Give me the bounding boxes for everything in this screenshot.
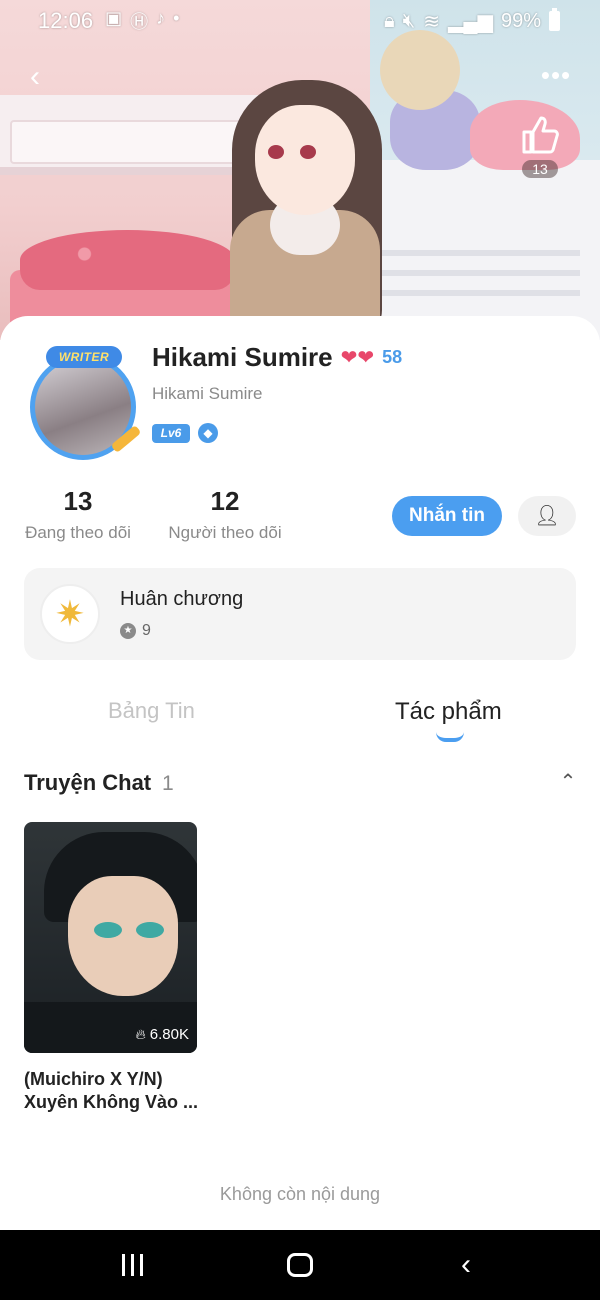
writer-badge: WRITER <box>46 346 122 368</box>
story-cover-eye <box>136 922 164 938</box>
cover-stool <box>20 230 235 290</box>
story-views: 🔥︎ 6.80K <box>136 1026 189 1043</box>
medal-icon <box>40 584 100 644</box>
cover-character-face <box>255 105 355 215</box>
home-button[interactable] <box>280 1248 320 1282</box>
follow-button[interactable]: 👤︎ <box>518 496 576 536</box>
cover-bear-head <box>380 30 460 110</box>
more-options-button[interactable]: ••• <box>538 60 574 90</box>
home-icon <box>287 1253 313 1281</box>
end-of-content-text: Không còn nội dung <box>219 1184 381 1204</box>
like-button[interactable]: 13 <box>518 112 562 179</box>
message-button[interactable]: Nhắn tin <box>392 496 502 536</box>
story-title-line2: Xuyên Không Vào ... <box>24 1092 199 1112</box>
followers-count: 12 <box>210 486 240 516</box>
active-tab-indicator <box>436 732 464 742</box>
following-label: Đang theo dõi <box>25 523 131 542</box>
battery-icon <box>549 8 560 31</box>
system-back-button[interactable]: ‹ <box>446 1248 486 1282</box>
profile-handle: Hikami Sumire <box>152 384 263 403</box>
dot-icon: • <box>173 8 180 28</box>
add-friend-icon: 👤︎ <box>534 505 560 527</box>
story-title-line1: (Muichiro X Y/N) <box>24 1069 163 1089</box>
lock-icon: 🔒︎ <box>384 9 395 32</box>
cover-character-eye <box>268 145 284 159</box>
back-button[interactable]: ‹ <box>20 60 50 94</box>
status-right-icons: 🔒︎ 🔇︎ ≋ ▂▄▆ 99% <box>384 8 560 34</box>
signal-icon: ▂▄▆ <box>448 10 493 33</box>
medals-panel[interactable]: Huân chương ★ 9 <box>24 568 576 660</box>
like-count: 13 <box>522 160 558 178</box>
level-badge[interactable]: Lv6 <box>152 424 190 443</box>
story-cover-face <box>68 876 178 996</box>
more-dots-icon: ••• <box>540 60 572 90</box>
followers-stat[interactable]: 12 Người theo dõi <box>166 486 284 543</box>
profile-card: WRITER Hikami Sumire ❤❤ 58 Hikami Sumire… <box>0 316 600 1230</box>
recents-button[interactable] <box>112 1248 152 1282</box>
chevron-left-icon: ‹ <box>30 60 40 93</box>
following-stat[interactable]: 13 Đang theo dõi <box>22 486 134 543</box>
tab-feed[interactable]: Bảng Tin <box>108 698 195 724</box>
thumbs-up-icon <box>522 116 559 154</box>
cover-blind-slat <box>380 270 580 276</box>
medals-count: 9 <box>142 622 151 639</box>
cover-blind-slat <box>380 290 580 296</box>
fire-icon: 🔥︎ <box>135 1026 146 1042</box>
medals-title: Huân chương <box>120 588 244 610</box>
status-time: 12:06 <box>38 8 94 33</box>
story-card[interactable]: 🔥︎ 6.80K <box>24 822 197 1053</box>
recents-icon <box>119 1254 146 1280</box>
heart-count: 58 <box>382 347 403 367</box>
story-title[interactable]: (Muichiro X Y/N) Xuyên Không Vào ... <box>24 1068 204 1114</box>
medals-count-row: ★ 9 <box>120 622 151 640</box>
gem-icon[interactable]: ◆ <box>198 423 218 443</box>
chevron-up-icon[interactable]: ⌃ <box>556 770 580 794</box>
cover-character-eye <box>300 145 316 159</box>
followers-label: Người theo dõi <box>168 523 282 542</box>
system-nav-bar: ‹ <box>0 1230 600 1300</box>
status-left-icons: ▣ Ⓗ ♪ • <box>105 8 179 34</box>
h-app-icon: Ⓗ <box>130 12 149 32</box>
hearts-icon: ❤❤ <box>340 347 375 369</box>
avatar[interactable]: WRITER <box>26 346 142 462</box>
story-views-count: 6.80K <box>149 1026 189 1043</box>
story-cover-eye <box>94 922 122 938</box>
cover-blind-slat <box>380 250 580 256</box>
chevron-left-icon: ‹ <box>461 1248 471 1281</box>
battery-percent: 99% <box>500 9 541 32</box>
mute-icon: 🔇︎ <box>402 9 416 32</box>
section-count: 1 <box>162 772 174 795</box>
status-bar: 12:06 ▣ Ⓗ ♪ • 🔒︎ 🔇︎ ≋ ▂▄▆ 99% <box>0 0 600 42</box>
cover-drawer <box>10 120 250 164</box>
name-row: Hikami Sumire ❤❤ 58 <box>152 342 402 373</box>
tiktok-icon: ♪ <box>156 8 166 28</box>
profile-name: Hikami Sumire <box>152 342 333 372</box>
wifi-icon: ≋ <box>423 10 441 33</box>
gallery-icon: ▣ <box>105 8 123 28</box>
star-icon: ★ <box>120 623 136 639</box>
profile-cover-image <box>0 0 600 340</box>
section-title: Truyện Chat <box>24 770 152 795</box>
following-count: 13 <box>63 486 93 516</box>
tab-works[interactable]: Tác phẩm <box>395 698 502 726</box>
